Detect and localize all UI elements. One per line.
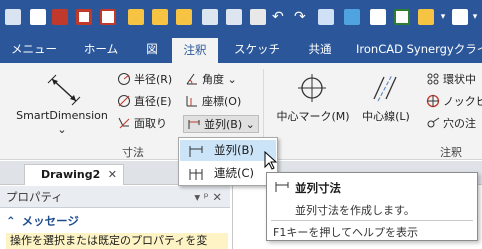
coordinate-icon — [186, 96, 197, 107]
customize-icon[interactable] — [452, 9, 468, 25]
tab-annotation[interactable]: 注釈 — [172, 38, 218, 63]
undo-icon[interactable]: ↶ — [272, 10, 284, 24]
command-tooltip: 並列寸法 並列寸法を作成します。 F1キーを押してヘルプを表示 — [266, 172, 478, 241]
parallel-label: 並列(B) — [204, 118, 243, 131]
smart-dimension-icon[interactable] — [44, 73, 84, 107]
chamfer-icon — [118, 117, 130, 129]
select-icon[interactable] — [318, 9, 334, 25]
collapse-icon: ⌃ — [6, 214, 16, 228]
properties-panel-header: プロパティ ▾ ᵖ ✕ — [0, 186, 230, 208]
hole-note-label: 穴の注 — [443, 117, 476, 130]
dropdown-item-parallel-label: 並列(B) — [214, 143, 254, 157]
panel-controls-icon[interactable]: ▾ ᵖ ✕ — [194, 186, 222, 208]
save-icon[interactable] — [202, 9, 218, 25]
folder-alt-icon[interactable] — [176, 9, 192, 25]
print-icon[interactable] — [250, 9, 266, 25]
tab-sketch[interactable]: スケッチ — [226, 36, 288, 63]
quick-access-toolbar: ↶ ↷ ▾ ▾ — [0, 0, 482, 36]
save-as-icon[interactable] — [226, 9, 242, 25]
parallel-dropdown-menu: 並列(B) 連続(C) — [178, 137, 278, 186]
dropdown-item-continuous-label: 連続(C) — [214, 166, 255, 180]
coordinate-button[interactable]: 座標(O) — [185, 93, 241, 111]
hole-note-button[interactable]: 穴の注 — [426, 115, 476, 133]
document-tab-drawing2[interactable]: Drawing2 ✕ — [24, 164, 124, 185]
radius-label: 半径(R) — [134, 73, 173, 86]
settings-icon[interactable] — [370, 9, 386, 25]
chamfer-label: 面取り — [134, 117, 167, 130]
parallel-dimension-icon — [189, 146, 203, 157]
hole-note-icon — [427, 117, 440, 128]
annotation-group-label: 注釈 — [440, 146, 462, 159]
list-icon[interactable] — [418, 9, 434, 25]
center-line-button[interactable]: 中心線(L) — [358, 108, 414, 124]
open-folder-icon[interactable] — [128, 9, 144, 25]
app-menu-icon[interactable] — [5, 9, 21, 25]
dimension-group-label: 寸法 — [122, 146, 144, 159]
tab-figure[interactable]: 図 — [140, 36, 164, 63]
parallel-dimension-icon — [188, 120, 200, 129]
coordinate-label: 座標(O) — [202, 95, 242, 108]
drawing-template-icon[interactable] — [76, 9, 92, 25]
tooltip-divider — [271, 220, 473, 221]
message-text: 操作を選択または既定のプロパティを変 — [6, 233, 228, 249]
message-heading-label: メッセージ — [21, 214, 79, 228]
tooltip-title: 並列寸法 — [295, 181, 341, 195]
mouse-cursor-icon — [264, 151, 278, 170]
smart-dimension-button[interactable]: SmartDimension — [14, 109, 110, 122]
ribbon-tab-bar: メニュー ホーム 図 注釈 スケッチ 共通 IronCAD Synergyクライ — [0, 36, 482, 63]
continuous-dimension-icon — [189, 169, 203, 180]
center-line-icon[interactable] — [370, 73, 400, 103]
tab-common[interactable]: 共通 — [298, 36, 342, 63]
smart-dimension-caret[interactable]: ⌄ — [54, 123, 70, 136]
diameter-icon — [118, 95, 130, 107]
checkbox-icon[interactable] — [394, 9, 410, 25]
folder-icon[interactable] — [152, 9, 168, 25]
tab-home[interactable]: ホーム — [78, 36, 124, 63]
redo-icon[interactable]: ↷ — [294, 10, 306, 24]
knock-pin-icon — [426, 94, 440, 108]
diameter-label: 直径(E) — [134, 95, 172, 108]
new-doc-icon[interactable] — [30, 9, 46, 25]
template-icon[interactable] — [52, 9, 68, 25]
dropdown-item-continuous[interactable]: 連続(C) — [180, 163, 276, 184]
tooltip-description: 並列寸法を作成します。 — [295, 204, 415, 217]
sheet-icon[interactable] — [100, 9, 116, 25]
angle-label: 角度 — [202, 73, 224, 86]
angle-button[interactable]: 角度 ⌄ — [185, 71, 237, 89]
knock-pin-button[interactable]: ノックピ — [426, 93, 482, 111]
diameter-button[interactable]: 直径(E) — [117, 93, 172, 111]
chamfer-button[interactable]: 面取り — [117, 115, 167, 133]
grid-icon[interactable] — [344, 9, 360, 25]
tab-ironcad[interactable]: IronCAD Synergyクライ — [356, 36, 482, 63]
document-tab-label: Drawing2 — [41, 168, 101, 181]
ring-label: 環状中 — [443, 73, 476, 86]
dropdown-item-parallel[interactable]: 並列(B) — [180, 140, 276, 161]
radius-button[interactable]: 半径(R) — [117, 71, 172, 89]
message-heading[interactable]: ⌃ メッセージ — [0, 212, 230, 230]
center-mark-icon[interactable] — [296, 73, 328, 103]
customize-dropdown-icon[interactable]: ▾ — [470, 12, 480, 22]
center-mark-button[interactable]: 中心マーク(M) — [272, 108, 354, 124]
ring-button[interactable]: 環状中 — [426, 71, 476, 89]
close-tab-icon[interactable]: ✕ — [108, 165, 117, 185]
list-dropdown-icon[interactable]: ▾ — [438, 12, 448, 22]
knock-pin-label: ノックピ — [443, 95, 482, 108]
angle-icon — [186, 73, 197, 85]
ring-icon — [427, 73, 439, 85]
properties-title: プロパティ — [6, 190, 63, 204]
radius-icon — [118, 73, 130, 85]
parallel-button[interactable]: 並列(B) ⌄ — [183, 115, 259, 133]
tooltip-help: F1キーを押してヘルプを表示 — [273, 226, 418, 239]
parallel-dimension-icon — [275, 182, 289, 192]
tab-menu[interactable]: メニュー — [6, 36, 62, 63]
